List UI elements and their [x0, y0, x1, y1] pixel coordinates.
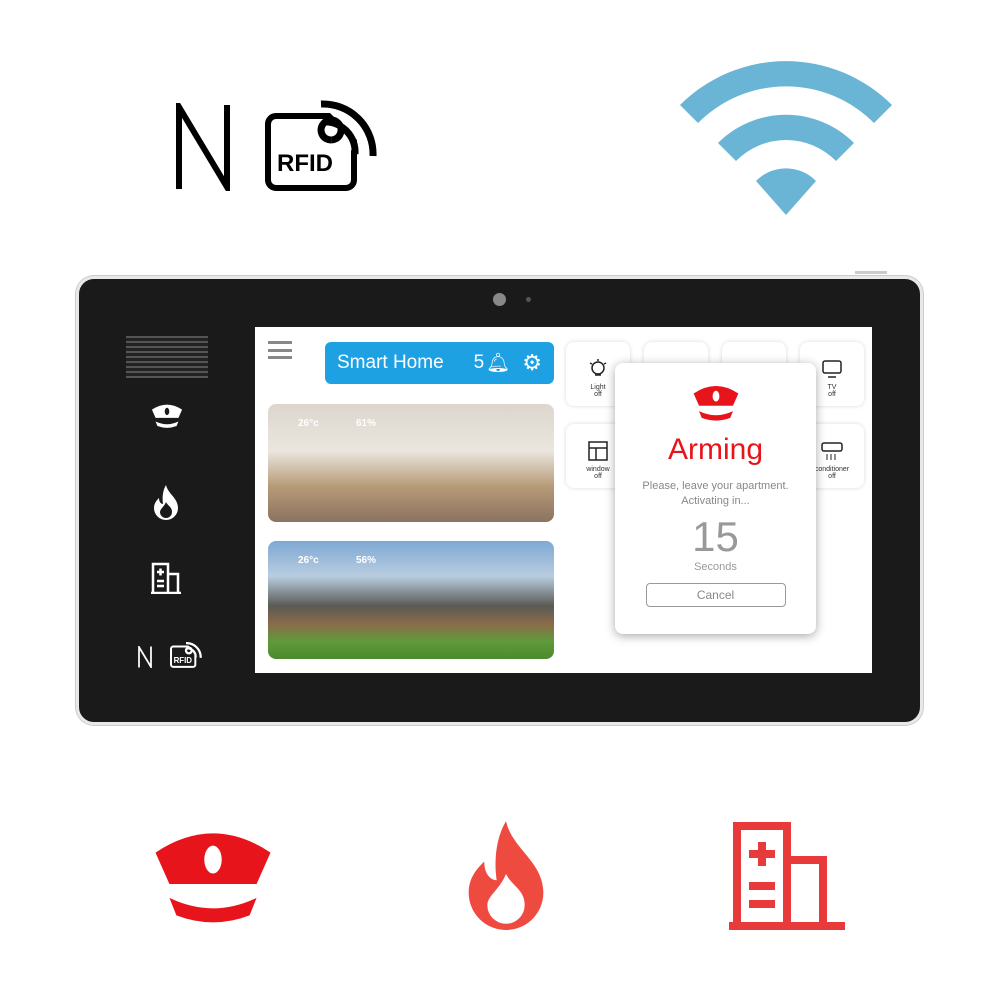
speaker-grille	[126, 336, 208, 378]
security-guard-icon	[155, 833, 271, 923]
sensor	[526, 297, 531, 302]
humidity-value: 61%	[356, 418, 377, 429]
device-state: off	[594, 473, 602, 480]
device-name: Light	[590, 384, 606, 391]
humidity-value: 56%	[356, 555, 377, 566]
rfid-small-icon: RFID	[170, 642, 202, 668]
countdown-unit: Seconds	[694, 561, 737, 573]
device-name: TV	[827, 384, 837, 391]
power-button[interactable]	[855, 271, 887, 274]
device-name: conditioner	[814, 466, 850, 473]
fire-button-icon[interactable]	[152, 484, 180, 520]
gear-icon[interactable]: ⚙	[522, 350, 542, 376]
wifi-icon	[680, 61, 892, 215]
dialog-message: Please, leave your apartment. Activating…	[642, 480, 789, 507]
thermometer-temp: 26°c	[298, 555, 319, 566]
menu-icon[interactable]	[268, 341, 292, 359]
camera	[493, 293, 506, 306]
notification-count[interactable]: 5	[474, 352, 485, 374]
app-title: Smart Home	[337, 352, 444, 373]
countdown-value: 15	[692, 513, 739, 560]
rfid-text: RFID	[277, 150, 333, 177]
hospital-button-icon[interactable]	[151, 562, 181, 594]
nfc-small-icon	[138, 646, 152, 668]
room-card-house[interactable]: 26°c 56%	[268, 541, 554, 659]
fire-icon	[468, 821, 544, 930]
device-state: off	[828, 391, 836, 398]
device-state: off	[828, 473, 836, 480]
device-state: off	[594, 391, 602, 398]
rfid-logo-icon: RFID	[265, 100, 377, 192]
app-header: Smart Home 5 🔔︎ ⚙	[325, 342, 554, 384]
dialog-title: Arming	[667, 433, 764, 466]
device-name: window	[586, 466, 610, 473]
arming-dialog: Arming Please, leave your apartment. Act…	[615, 363, 816, 634]
cancel-button[interactable]: Cancel	[645, 583, 786, 607]
hospital-icon	[729, 822, 845, 930]
nfc-logo-icon	[176, 103, 230, 191]
thermometer-temp: 26°c	[298, 418, 319, 429]
svg-text:RFID: RFID	[174, 656, 193, 665]
room-card-living[interactable]: 26°c 61%	[268, 404, 554, 522]
bell-icon[interactable]: 🔔︎	[486, 351, 510, 375]
security-button-icon[interactable]	[151, 403, 183, 429]
security-guard-icon	[693, 386, 738, 421]
